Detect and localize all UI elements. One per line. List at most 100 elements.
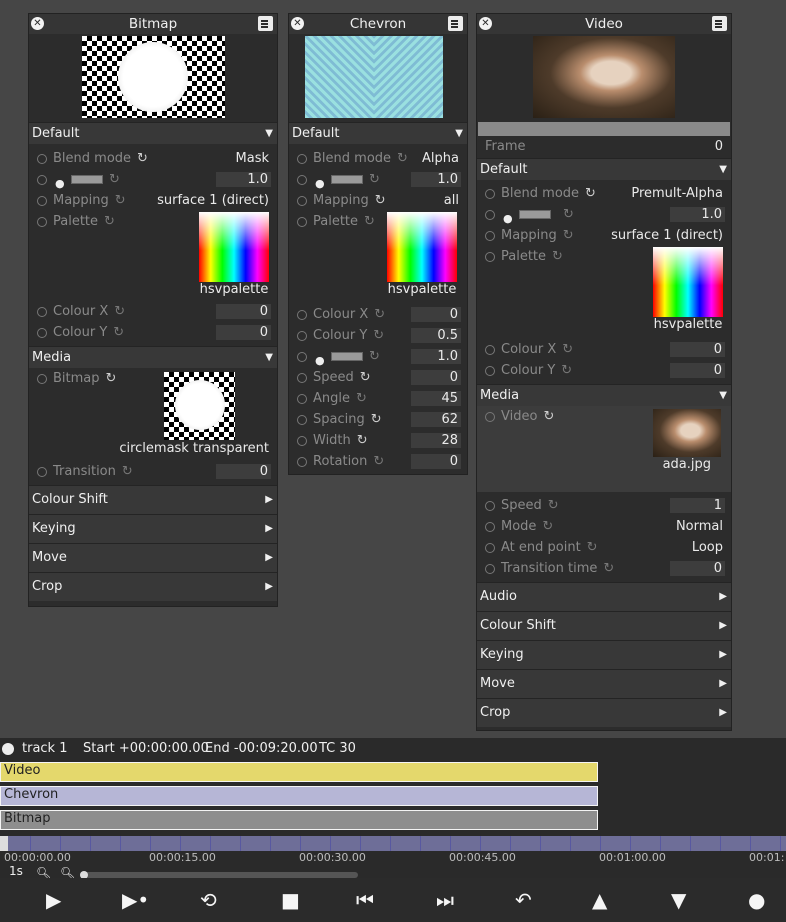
opacity-slider[interactable] <box>331 175 363 184</box>
reset-icon[interactable]: ↻ <box>375 190 386 211</box>
reset-icon[interactable]: ↻ <box>104 211 115 232</box>
video-source-thumb[interactable] <box>653 409 721 457</box>
keyframe-icon[interactable] <box>297 415 307 425</box>
track-clip-chevron[interactable]: Chevron <box>0 786 598 806</box>
reset-icon[interactable]: ↻ <box>561 360 572 381</box>
keyframe-icon[interactable] <box>37 307 47 317</box>
mapping-value[interactable]: all <box>444 190 459 211</box>
mapping-value[interactable]: surface 1 (direct) <box>157 190 269 211</box>
reset-icon[interactable]: ↻ <box>563 204 574 225</box>
blend-mode-value[interactable]: Alpha <box>422 148 459 169</box>
media-section-header[interactable]: Media ▼ <box>29 346 277 368</box>
colour-y-input[interactable]: 0.5 <box>411 328 461 343</box>
reset-icon[interactable]: ↻ <box>543 406 554 427</box>
colour-y-input[interactable]: 0 <box>670 363 725 378</box>
reset-icon[interactable]: ↻ <box>548 495 559 516</box>
keyframe-icon[interactable] <box>37 175 47 185</box>
reset-icon[interactable]: ↻ <box>369 346 380 367</box>
keyframe-icon[interactable] <box>297 457 307 467</box>
colour-shift-section[interactable]: Colour Shift ▶ <box>477 611 731 640</box>
track-lock-icon[interactable] <box>2 743 14 755</box>
loop-icon[interactable]: ⟲ <box>200 890 217 910</box>
keyframe-icon[interactable] <box>485 564 495 574</box>
default-section-header[interactable]: Default ▼ <box>29 122 277 144</box>
reset-icon[interactable]: ↻ <box>113 322 124 343</box>
secondary-opacity-input[interactable]: 1.0 <box>411 349 461 364</box>
reset-icon[interactable]: ↻ <box>552 246 563 267</box>
move-section[interactable]: Move ▶ <box>477 669 731 698</box>
angle-input[interactable]: 45 <box>411 391 461 406</box>
reset-icon[interactable]: ↻ <box>360 367 371 388</box>
keyframe-icon[interactable] <box>485 252 495 262</box>
skip-forward-icon[interactable]: ⏭ <box>436 890 454 910</box>
keyframe-icon[interactable] <box>485 345 495 355</box>
keyframe-icon[interactable] <box>297 154 307 164</box>
close-icon[interactable]: ✕ <box>479 17 492 30</box>
playhead[interactable] <box>0 836 8 852</box>
reset-icon[interactable]: ↻ <box>364 211 375 232</box>
edit-icon[interactable] <box>258 16 273 31</box>
up-icon[interactable]: ▲ <box>592 890 607 910</box>
stop-icon[interactable]: ■ <box>281 890 300 910</box>
reset-icon[interactable]: ↻ <box>373 325 384 346</box>
palette-swatch[interactable] <box>199 212 269 282</box>
mapping-value[interactable]: surface 1 (direct) <box>611 225 723 246</box>
transition-time-input[interactable]: 0 <box>670 561 725 576</box>
undo-icon[interactable]: ↶ <box>515 890 532 910</box>
reset-icon[interactable]: ↻ <box>115 190 126 211</box>
speed-input[interactable]: 1 <box>670 498 725 513</box>
keying-section[interactable]: Keying ▶ <box>29 514 277 543</box>
opacity-input[interactable]: 1.0 <box>670 207 725 222</box>
keyframe-icon[interactable] <box>297 394 307 404</box>
colour-x-input[interactable]: 0 <box>216 304 271 319</box>
play-step-icon[interactable]: ▶• <box>122 890 149 910</box>
blend-mode-value[interactable]: Mask <box>236 148 269 169</box>
keyframe-icon[interactable] <box>297 352 307 362</box>
speed-input[interactable]: 0 <box>411 370 461 385</box>
reset-icon[interactable]: ↻ <box>397 148 408 169</box>
end-point-value[interactable]: Loop <box>692 537 723 558</box>
colour-y-input[interactable]: 0 <box>216 325 271 340</box>
keyframe-icon[interactable] <box>297 436 307 446</box>
opacity-slider[interactable] <box>519 210 551 219</box>
keyframe-icon[interactable] <box>485 231 495 241</box>
palette-swatch[interactable] <box>387 212 457 282</box>
keyframe-icon[interactable] <box>37 328 47 338</box>
reset-icon[interactable]: ↻ <box>137 148 148 169</box>
track-clip-video[interactable]: Video <box>0 762 598 782</box>
crop-section[interactable]: Crop ▶ <box>29 572 277 601</box>
reset-icon[interactable]: ↻ <box>563 225 574 246</box>
keyframe-icon[interactable] <box>297 310 307 320</box>
palette-swatch[interactable] <box>653 247 723 317</box>
keyframe-icon[interactable] <box>37 467 47 477</box>
keyframe-icon[interactable] <box>297 331 307 341</box>
default-section-header[interactable]: Default ▼ <box>477 158 731 180</box>
track-clip-bitmap[interactable]: Bitmap <box>0 810 598 830</box>
reset-icon[interactable]: ↻ <box>122 461 133 482</box>
edit-icon[interactable] <box>712 16 727 31</box>
close-icon[interactable]: ✕ <box>31 17 44 30</box>
keyframe-icon[interactable] <box>485 522 495 532</box>
keyframe-icon[interactable] <box>485 366 495 376</box>
transition-input[interactable]: 0 <box>216 464 271 479</box>
reset-icon[interactable]: ↻ <box>357 430 368 451</box>
spacing-input[interactable]: 62 <box>411 412 461 427</box>
keyframe-icon[interactable] <box>297 175 307 185</box>
frame-value[interactable]: 0 <box>715 136 723 157</box>
opacity-slider[interactable] <box>71 175 103 184</box>
reset-icon[interactable]: ↻ <box>369 169 380 190</box>
skip-back-icon[interactable]: ⏮ <box>356 890 374 910</box>
keyframe-icon[interactable] <box>485 501 495 511</box>
reset-icon[interactable]: ↻ <box>109 169 120 190</box>
reset-icon[interactable]: ↻ <box>356 388 367 409</box>
audio-section[interactable]: Audio ▶ <box>477 582 731 611</box>
keyframe-icon[interactable] <box>297 373 307 383</box>
mode-value[interactable]: Normal <box>676 516 723 537</box>
colour-x-input[interactable]: 0 <box>670 342 725 357</box>
reset-icon[interactable]: ↻ <box>374 304 385 325</box>
edit-icon[interactable] <box>448 16 463 31</box>
crop-section[interactable]: Crop ▶ <box>477 698 731 727</box>
reset-icon[interactable]: ↻ <box>585 183 596 204</box>
opacity-input[interactable]: 1.0 <box>411 172 461 187</box>
keyframe-icon[interactable] <box>485 543 495 553</box>
